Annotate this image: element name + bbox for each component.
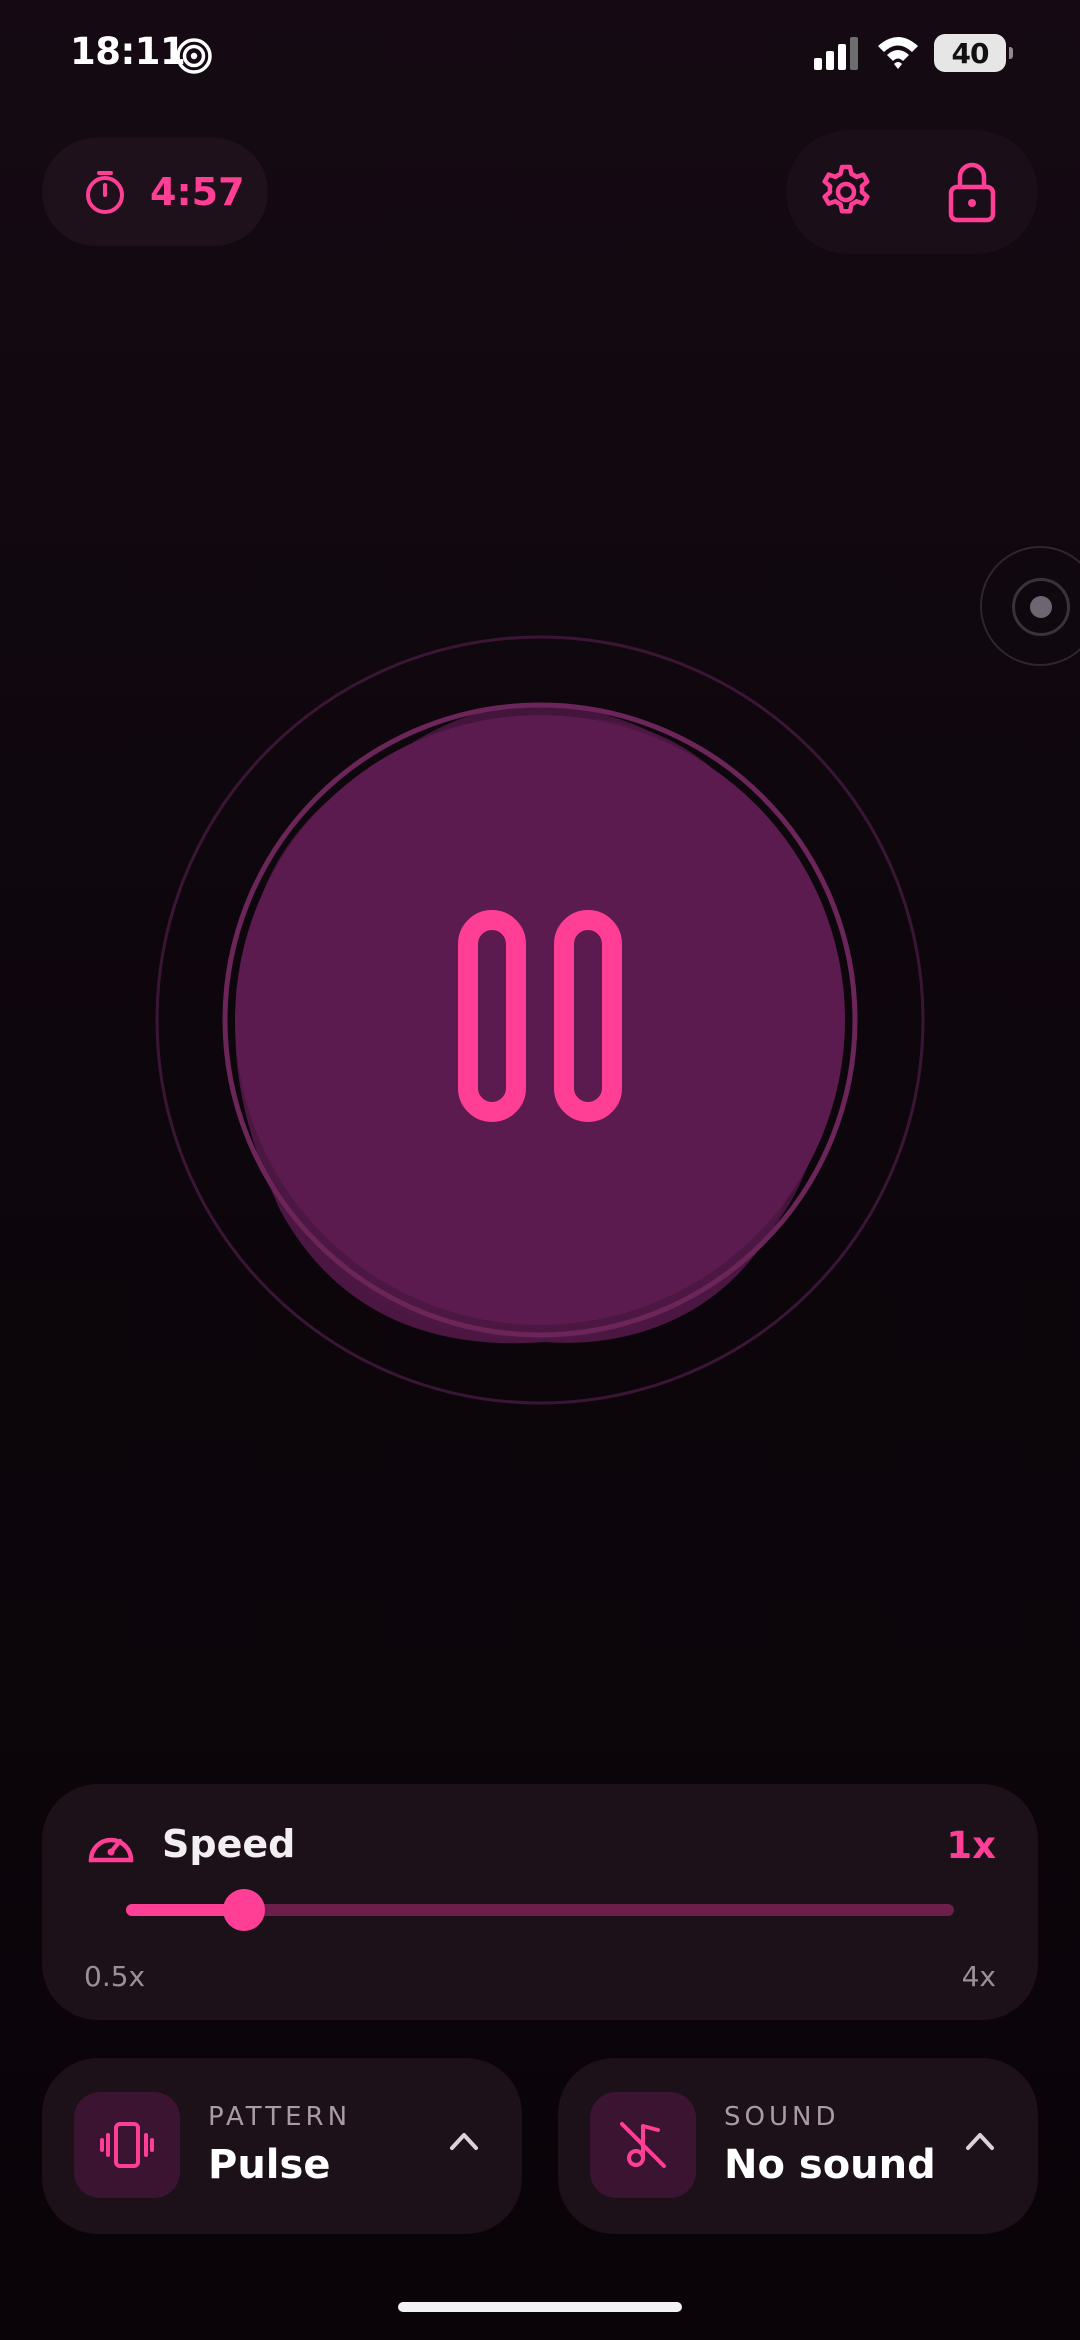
- pattern-selector[interactable]: PATTERN Pulse: [42, 2058, 522, 2234]
- speed-max-label: 4x: [961, 1960, 996, 1993]
- side-handle-dot: [1030, 596, 1052, 618]
- pattern-caption: PATTERN: [208, 2102, 352, 2132]
- gear-icon[interactable]: [816, 162, 876, 222]
- chevron-up-icon: [450, 2133, 478, 2150]
- pattern-icon-box: [74, 2092, 180, 2198]
- session-timer[interactable]: 4:57: [42, 138, 268, 246]
- orb-blob: [235, 704, 845, 1344]
- sound-icon-box: [590, 2092, 696, 2198]
- battery-indicator: 40: [934, 34, 1013, 72]
- wifi-icon: [878, 37, 918, 69]
- status-time: 18:11: [70, 30, 186, 73]
- status-bar: 18:11 40: [0, 0, 1080, 110]
- battery-level: 40: [951, 36, 990, 70]
- sound-value: No sound: [724, 2142, 936, 2188]
- cellular-signal-icon: [814, 37, 858, 70]
- spiral-icon: [176, 38, 212, 74]
- breathing-orb[interactable]: [150, 630, 930, 1410]
- speed-slider-thumb[interactable]: [223, 1889, 266, 1931]
- side-drawer-handle[interactable]: [980, 546, 1080, 666]
- speed-value: 1x: [946, 1824, 996, 1867]
- sound-caption: SOUND: [724, 2102, 840, 2132]
- home-indicator[interactable]: [398, 2302, 682, 2312]
- top-actions: [786, 130, 1038, 254]
- sound-selector[interactable]: SOUND No sound: [558, 2058, 1038, 2234]
- speedometer-icon: [88, 1837, 134, 1863]
- side-handle-ring: [1012, 578, 1070, 636]
- speed-min-label: 0.5x: [84, 1960, 146, 1993]
- vibration-icon: [100, 2122, 154, 2168]
- stopwatch-icon: [86, 171, 124, 214]
- chevron-up-icon: [966, 2133, 994, 2150]
- timer-remaining: 4:57: [150, 170, 245, 214]
- speed-label: Speed: [162, 1822, 296, 1866]
- speed-slider[interactable]: [126, 1889, 954, 1931]
- pattern-value: Pulse: [208, 2142, 331, 2188]
- app-screen: 18:11 40 4:57 Speed 1x 0.5x 4x PATTERN P…: [0, 0, 1080, 2340]
- lock-icon[interactable]: [942, 160, 1002, 224]
- speed-control-card: Speed 1x 0.5x 4x: [42, 1784, 1038, 2020]
- music-off-icon: [620, 2122, 666, 2168]
